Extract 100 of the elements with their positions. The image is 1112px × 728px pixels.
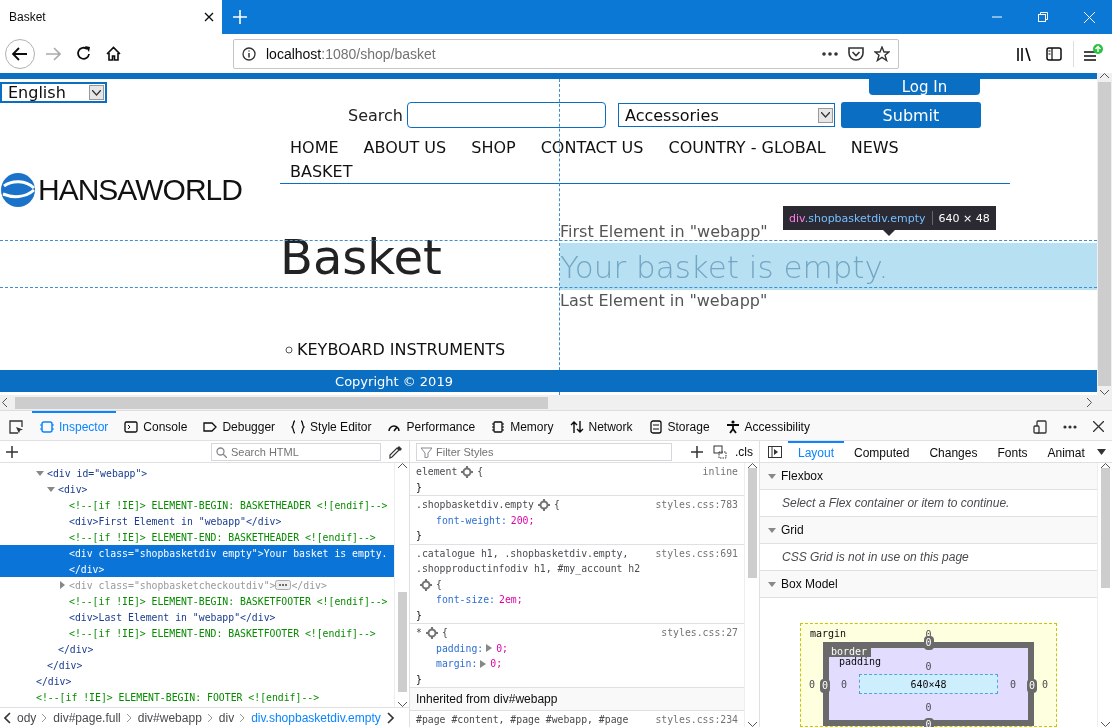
markup-line[interactable]: <!--[if !IE]> ELEMENT-END: BASKETFOOTER <![endif]--> <box>0 625 394 641</box>
expander-icon[interactable] <box>480 659 487 668</box>
devtools-tab[interactable]: Debugger <box>195 411 284 440</box>
css-value[interactable]: 2em; <box>499 592 523 608</box>
twisty-icon[interactable] <box>47 485 55 493</box>
category-select[interactable]: Accessories <box>617 103 835 127</box>
search-html-field[interactable]: Search HTML <box>211 443 381 461</box>
star-icon[interactable] <box>874 45 890 62</box>
scrollbar-thumb[interactable] <box>1100 468 1110 588</box>
css-value[interactable]: 0; <box>496 640 508 656</box>
devtools-tab[interactable]: Storage <box>640 411 718 440</box>
sidebar-tab[interactable]: Fonts <box>987 441 1038 463</box>
restore-icon[interactable] <box>1038 12 1048 22</box>
submit-button[interactable]: Submit <box>840 102 981 128</box>
markup-line[interactable]: </div> <box>0 673 394 689</box>
class-toggle[interactable]: .cls <box>735 445 753 459</box>
breadcrumb[interactable]: div.shopbasketdiv.empty <box>251 710 381 725</box>
menu-link[interactable]: ABOUT US <box>363 137 447 158</box>
info-icon[interactable] <box>242 46 256 61</box>
scrollbar[interactable] <box>1097 463 1112 727</box>
sidebar-tab[interactable]: Animat <box>1037 441 1095 463</box>
login-button[interactable]: Log In <box>869 79 980 95</box>
address-bar[interactable]: localhost:1080/shop/basket <box>233 38 899 69</box>
source-link[interactable]: inline <box>702 464 738 480</box>
devtools-tab[interactable]: Console <box>116 411 196 440</box>
twisty-icon[interactable] <box>768 526 776 534</box>
section-header[interactable]: Box Model <box>760 571 1097 598</box>
css-property[interactable]: font-weight: <box>436 512 507 528</box>
scrollbar[interactable] <box>1097 73 1112 395</box>
markup-line[interactable]: <!--[if !IE]> ELEMENT-BEGIN: BASKETFOOTER <![endif]--> <box>0 593 394 609</box>
twisty-icon[interactable] <box>58 581 66 589</box>
scrollbar-thumb[interactable] <box>747 468 757 578</box>
css-property[interactable]: margin: <box>436 656 478 672</box>
search-field[interactable] <box>406 102 606 128</box>
menu-link[interactable]: HOME <box>290 137 339 158</box>
plus-icon[interactable] <box>691 446 703 458</box>
source-link[interactable]: styles.css:691 <box>655 545 738 592</box>
ellipsis-badge-icon[interactable] <box>275 580 292 590</box>
box-value[interactable]: 0 <box>1026 679 1037 693</box>
css-property[interactable]: font-size: <box>436 592 495 608</box>
source-link[interactable]: styles.css:234 <box>655 712 738 727</box>
browser-tab[interactable]: Basket <box>0 0 222 34</box>
markup-line[interactable]: </div> <box>0 657 394 673</box>
caret-icon[interactable] <box>1097 449 1106 455</box>
print-toggle-icon[interactable] <box>713 445 727 459</box>
devtools-tab[interactable]: Inspector <box>32 411 117 440</box>
sidebar-tab[interactable]: Computed <box>844 441 920 463</box>
source-link[interactable]: styles.css:783 <box>655 497 738 513</box>
markup-line[interactable]: <!--[if !IE]> ELEMENT-END: BASKETHEADER <![endif]--> <box>0 529 394 545</box>
box-value[interactable]: 0 <box>801 678 823 690</box>
section-header[interactable]: Flexbox <box>760 463 1097 490</box>
language-select[interactable]: English <box>0 82 107 103</box>
sidebar-toggle-icon[interactable] <box>768 446 782 458</box>
devtools-tab[interactable]: Style Editor <box>283 411 380 440</box>
menu-link[interactable]: BASKET <box>290 161 353 182</box>
box-value[interactable]: 0 <box>829 678 859 690</box>
markup-line[interactable]: <div>First Element in "webapp"</div> <box>0 513 394 529</box>
css-value[interactable]: 0; <box>490 656 503 672</box>
breadcrumb[interactable]: div#page.full <box>53 710 121 725</box>
twisty-icon[interactable] <box>768 472 776 480</box>
more-icon[interactable] <box>822 51 838 56</box>
section-header[interactable]: Grid <box>760 517 1097 544</box>
box-value[interactable]: 0 <box>820 679 831 693</box>
markup-line[interactable]: <div> <box>0 481 394 497</box>
breadcrumb[interactable]: div <box>218 710 235 725</box>
markup-line[interactable]: <!--[if !IE]> ELEMENT-BEGIN: FOOTER <![endif]--> <box>0 689 394 705</box>
scrollbar[interactable] <box>744 463 759 727</box>
source-link[interactable]: styles.css:27 <box>661 625 738 641</box>
box-value[interactable]: 0 <box>925 701 932 713</box>
logo[interactable]: HANSAWORLD <box>0 172 280 208</box>
markup-line[interactable]: <div id="webapp"> <box>0 465 394 481</box>
scrollbar-thumb[interactable] <box>1098 82 1111 386</box>
menu-link[interactable]: COUNTRY - GLOBAL <box>668 137 826 158</box>
breadcrumb[interactable]: ody <box>17 710 37 725</box>
box-value[interactable]: 0 <box>1034 678 1056 690</box>
plus-icon[interactable] <box>6 446 18 458</box>
sidebar-tab[interactable]: Changes <box>919 441 988 463</box>
css-value[interactable]: 200; <box>510 512 535 528</box>
expander-icon[interactable] <box>486 644 493 653</box>
css-property[interactable]: padding: <box>436 640 484 656</box>
menu-link[interactable]: SHOP <box>471 137 516 158</box>
scrollbar[interactable] <box>0 395 1112 410</box>
devtools-tab[interactable]: Network <box>561 411 641 440</box>
devtools-tab[interactable]: Memory <box>483 411 562 440</box>
scrollbar-thumb[interactable] <box>15 396 548 409</box>
markup-line[interactable]: <!--[if !IE]> ELEMENT-BEGIN: BASKETHEADER <![endif]--> <box>0 497 394 513</box>
markup-line[interactable]: </div> <box>0 641 394 657</box>
markup-line[interactable]: <div>Last Element in "webapp"</div> <box>0 609 394 625</box>
filter-styles-field[interactable]: Filter Styles <box>416 443 672 461</box>
menu-link[interactable]: CONTACT US <box>540 137 644 158</box>
scrollbar[interactable] <box>394 463 409 707</box>
menu-link[interactable]: NEWS <box>850 137 899 158</box>
devtools-tab[interactable]: Accessibility <box>717 411 818 440</box>
box-value[interactable]: 0 <box>998 678 1028 690</box>
close-icon[interactable] <box>204 12 214 22</box>
pocket-icon[interactable] <box>848 46 864 61</box>
eyedropper-icon[interactable] <box>389 445 403 459</box>
box-value[interactable]: 0 <box>925 660 932 672</box>
breadcrumb[interactable]: div#webapp <box>137 710 202 725</box>
scrollbar-thumb[interactable] <box>397 592 407 692</box>
